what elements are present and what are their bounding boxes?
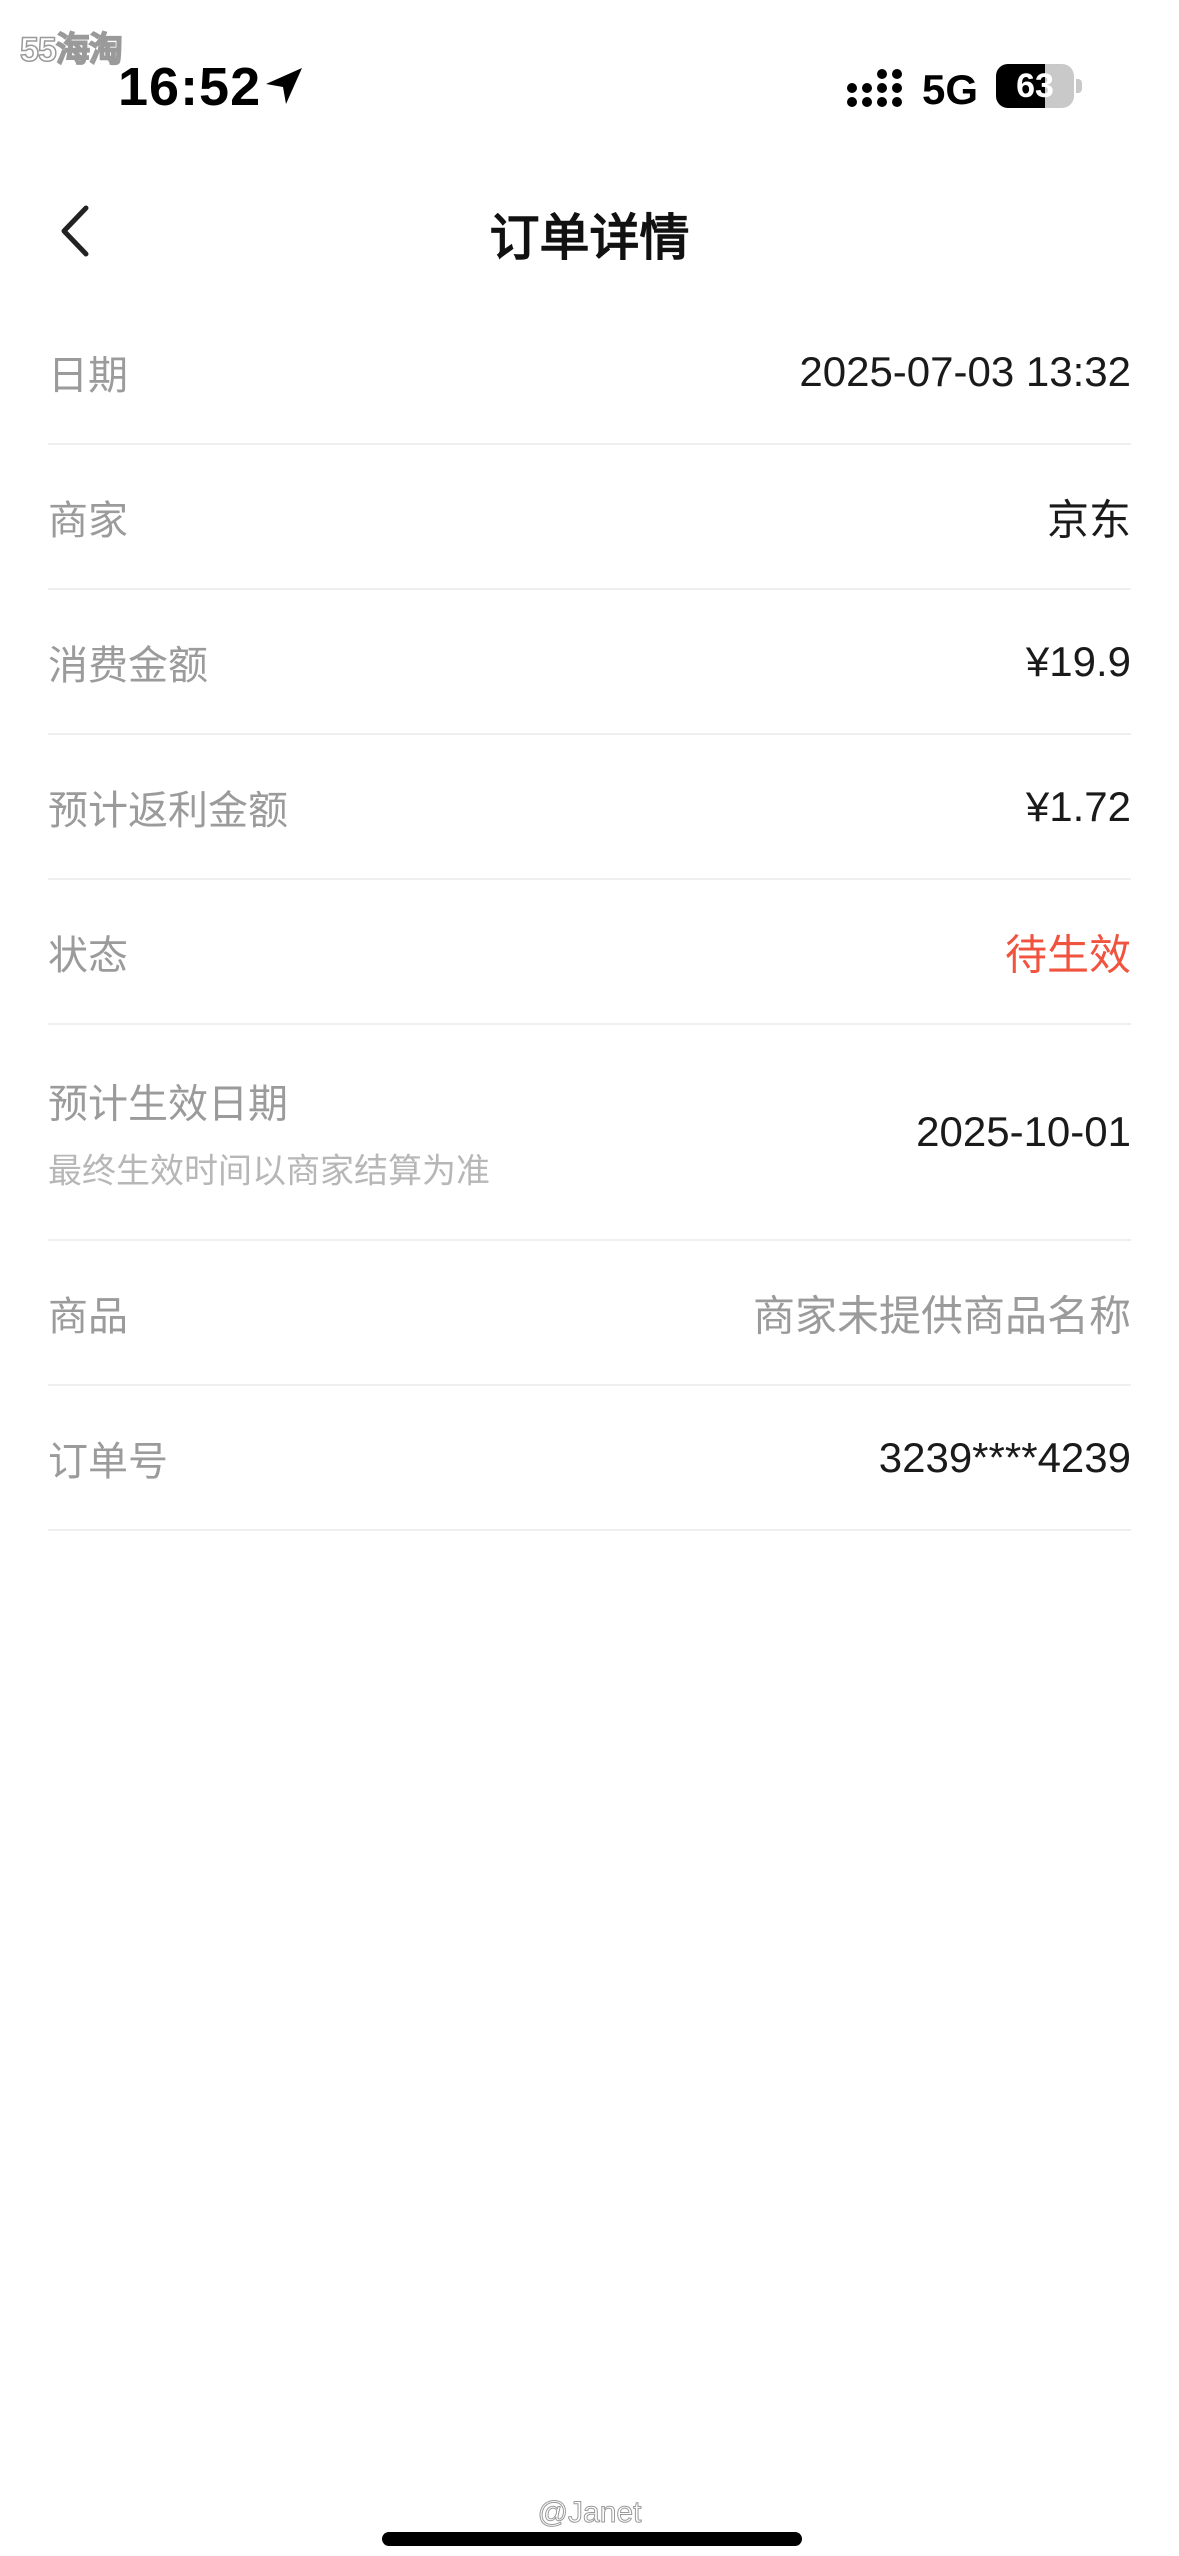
page-title: 订单详情 <box>489 210 690 266</box>
row-status: 状态 待生效 <box>48 880 1131 1025</box>
row-label: 状态 <box>48 933 128 978</box>
row-order-number: 订单号 3239****4239 <box>48 1386 1131 1531</box>
row-product: 商品 商家未提供商品名称 <box>48 1241 1131 1386</box>
status-bar: 16:52 5G 63 <box>0 0 1179 150</box>
row-value: ¥1.72 <box>1025 782 1131 830</box>
row-label: 商家 <box>48 498 128 543</box>
row-rebate: 预计返利金额 ¥1.72 <box>48 735 1131 880</box>
row-label: 日期 <box>48 353 128 398</box>
row-label-group: 预计生效日期 最终生效时间以商家结算为准 <box>48 1072 490 1193</box>
row-label: 消费金额 <box>48 643 208 688</box>
order-detail-list: 日期 2025-07-03 13:32 商家 京东 消费金额 ¥19.9 预计返… <box>48 300 1131 1531</box>
battery-cap <box>1076 79 1082 93</box>
home-indicator[interactable] <box>382 2532 802 2546</box>
row-label: 预计生效日期 <box>48 1082 288 1127</box>
battery-indicator: 63 <box>996 64 1082 108</box>
order-number-value[interactable]: 3239****4239 <box>879 1434 1131 1482</box>
network-type: 5G <box>922 66 979 113</box>
row-label: 预计返利金额 <box>48 788 288 833</box>
watermark-bottom: @Janet <box>537 2496 642 2530</box>
battery-percent: 63 <box>1016 67 1054 105</box>
row-value: 京东 <box>1046 496 1131 543</box>
status-time: 16:52 <box>118 57 262 117</box>
row-sublabel: 最终生效时间以商家结算为准 <box>48 1152 490 1191</box>
row-label: 订单号 <box>48 1439 168 1484</box>
row-value: 商家未提供商品名称 <box>752 1292 1131 1339</box>
row-effective-date: 预计生效日期 最终生效时间以商家结算为准 2025-10-01 <box>48 1025 1131 1241</box>
row-value: 2025-07-03 13:32 <box>799 347 1131 395</box>
status-value: 待生效 <box>1004 931 1131 978</box>
row-value: 2025-10-01 <box>916 1108 1131 1155</box>
row-label: 商品 <box>48 1294 128 1339</box>
nav-bar: 订单详情 <box>0 170 1179 290</box>
row-merchant: 商家 京东 <box>48 445 1131 590</box>
row-date: 日期 2025-07-03 13:32 <box>48 300 1131 445</box>
row-value: ¥19.9 <box>1025 637 1131 685</box>
cellular-signal-icon <box>846 66 906 110</box>
row-amount: 消费金额 ¥19.9 <box>48 590 1131 735</box>
location-arrow-icon <box>262 64 306 108</box>
